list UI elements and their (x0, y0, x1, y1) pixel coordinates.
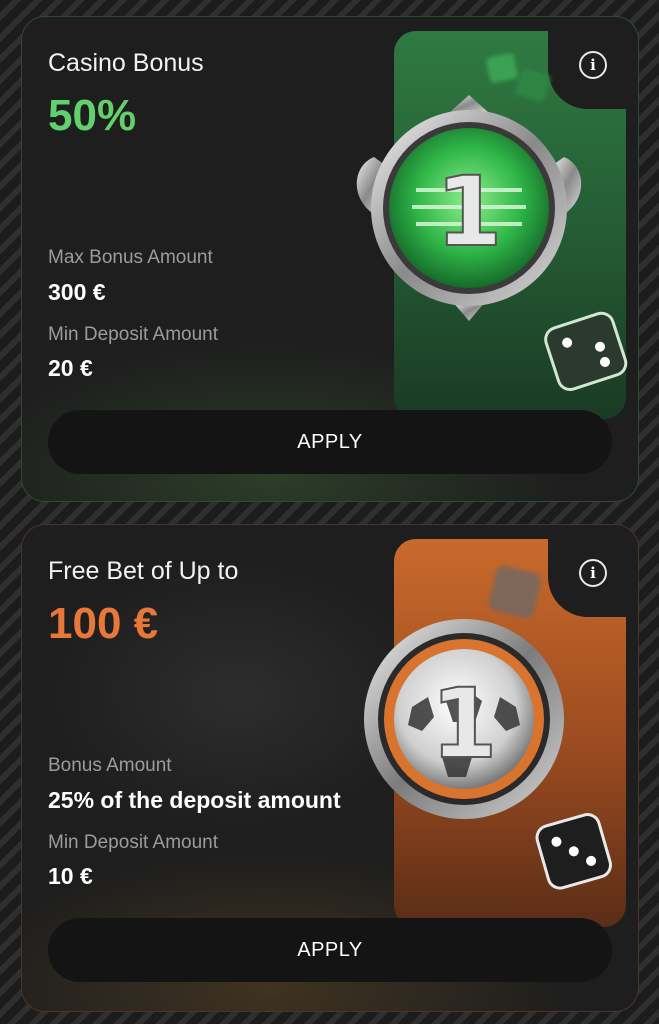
card-title: Free Bet of Up to (48, 557, 239, 585)
min-deposit-label: Min Deposit Amount (48, 832, 219, 853)
free-bet-card: 1 i Free Bet of Up to 100 € Bonus Amount… (21, 524, 639, 1012)
min-deposit-value: 20 € (48, 355, 93, 381)
info-icon[interactable]: i (579, 559, 607, 587)
casino-bonus-card: 1 i Casino Bonus 50% Max Bonus Amount 30… (21, 16, 639, 502)
min-deposit-value: 10 € (48, 863, 93, 889)
dice-icon (535, 813, 613, 890)
football-badge-icon: 1 (364, 619, 564, 819)
dice-icon (544, 311, 628, 391)
max-bonus-label: Max Bonus Amount (48, 247, 213, 268)
casino-badge-icon: 1 (356, 95, 582, 321)
bonus-amount-label: Bonus Amount (48, 755, 172, 776)
apply-button[interactable]: APPLY (48, 410, 612, 474)
apply-button[interactable]: APPLY (48, 918, 612, 982)
badge-number: 1 (436, 156, 503, 268)
max-bonus-value: 300 € (48, 279, 106, 305)
min-deposit-label: Min Deposit Amount (48, 324, 219, 345)
badge-number: 1 (431, 668, 498, 780)
info-icon[interactable]: i (579, 51, 607, 79)
bonus-amount-value: 25% of the deposit amount (48, 787, 341, 813)
card-title: Casino Bonus (48, 49, 204, 77)
bonus-percentage: 50% (48, 91, 137, 140)
free-bet-amount: 100 € (48, 599, 159, 648)
